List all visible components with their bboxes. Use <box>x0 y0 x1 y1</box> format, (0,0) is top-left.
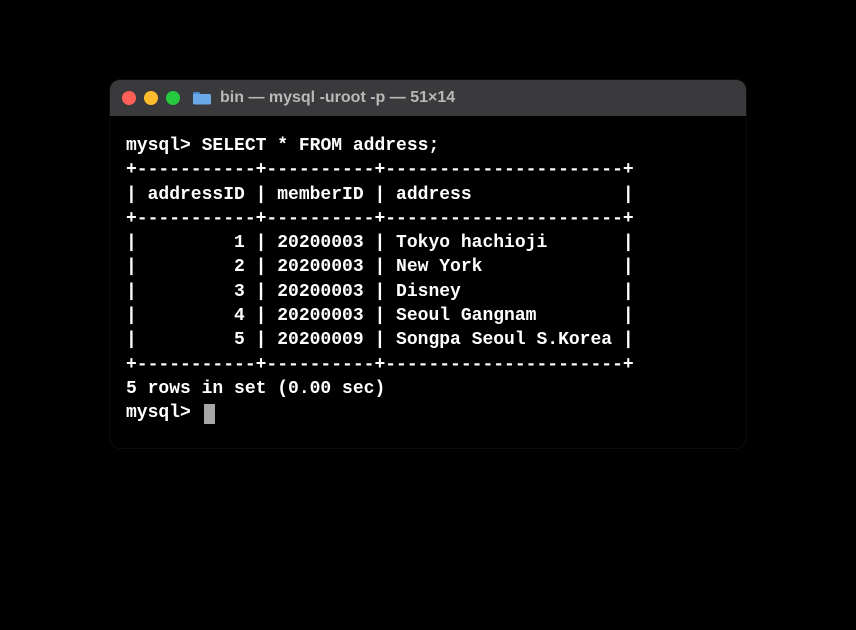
mysql-prompt: mysql> <box>126 403 202 423</box>
table-border: +-----------+----------+----------------… <box>126 353 730 377</box>
close-icon[interactable] <box>122 91 136 105</box>
minimize-icon[interactable] <box>144 91 158 105</box>
terminal-window: bin — mysql -uroot -p — 51×14 mysql> SEL… <box>110 80 746 448</box>
cursor-block <box>204 404 215 424</box>
status-line: 5 rows in set (0.00 sec) <box>126 377 730 401</box>
table-row: | 3 | 20200003 | Disney | <box>126 280 730 304</box>
traffic-lights <box>122 91 180 105</box>
prompt-line: mysql> SELECT * FROM address; <box>126 134 730 158</box>
table-header: | addressID | memberID | address | <box>126 183 730 207</box>
terminal-body[interactable]: mysql> SELECT * FROM address;+----------… <box>110 116 746 448</box>
table-border: +-----------+----------+----------------… <box>126 207 730 231</box>
titlebar[interactable]: bin — mysql -uroot -p — 51×14 <box>110 80 746 116</box>
table-row: | 5 | 20200009 | Songpa Seoul S.Korea | <box>126 328 730 352</box>
table-border: +-----------+----------+----------------… <box>126 158 730 182</box>
sql-query: SELECT * FROM address; <box>202 136 440 156</box>
table-row: | 1 | 20200003 | Tokyo hachioji | <box>126 231 730 255</box>
prompt-line: mysql> <box>126 401 730 425</box>
window-title: bin — mysql -uroot -p — 51×14 <box>220 89 455 107</box>
table-row: | 4 | 20200003 | Seoul Gangnam | <box>126 304 730 328</box>
table-row: | 2 | 20200003 | New York | <box>126 255 730 279</box>
zoom-icon[interactable] <box>166 91 180 105</box>
folder-icon <box>192 90 212 106</box>
mysql-prompt: mysql> <box>126 136 202 156</box>
